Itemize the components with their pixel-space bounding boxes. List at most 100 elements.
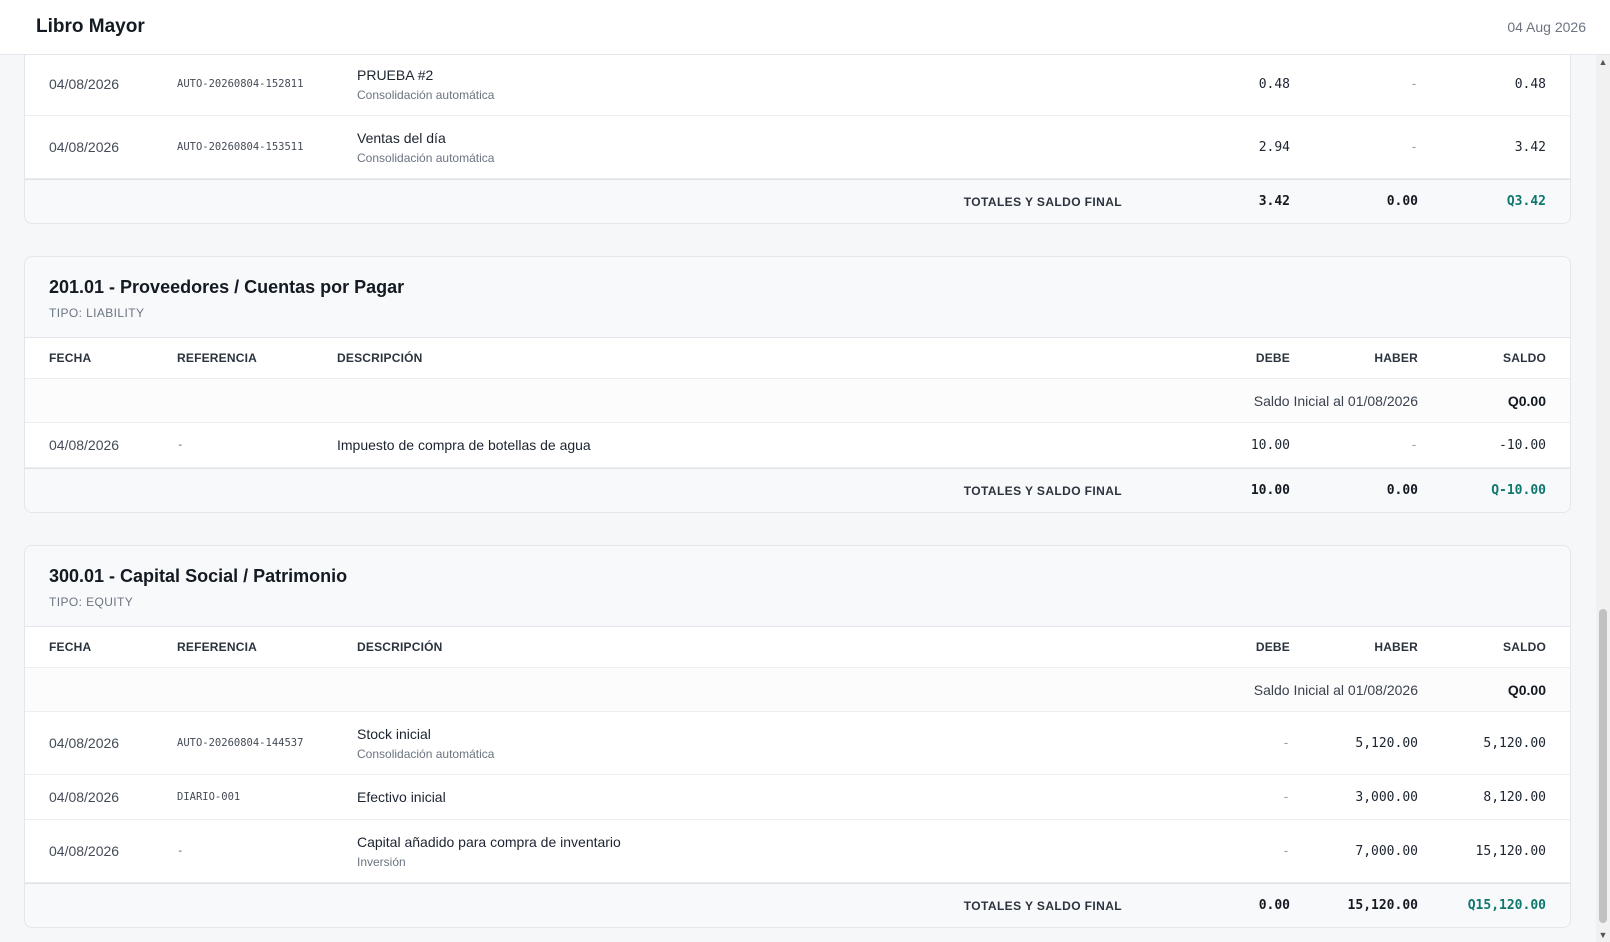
- row-saldo: 0.48: [1514, 76, 1546, 92]
- initial-balance-row: Saldo Inicial al 01/08/2026 Q0.00: [25, 379, 1570, 423]
- row-saldo: 8,120.00: [1483, 789, 1546, 805]
- totals-haber: 0.00: [1386, 194, 1418, 209]
- description-main: PRUEBA #2: [357, 66, 434, 83]
- initial-balance-row: Saldo Inicial al 01/08/2026 Q0.00: [25, 668, 1570, 712]
- totals-row: TOTALES Y SALDO FINAL 10.00 0.00 Q-10.00: [25, 468, 1570, 512]
- account-type: TIPO: LIABILITY: [49, 306, 145, 320]
- account-card: 300.01 - Capital Social / Patrimonio TIP…: [24, 545, 1571, 928]
- row-debe: -: [1282, 735, 1290, 751]
- account-card: 04/08/2026 AUTO-20260804-152811 PRUEBA #…: [24, 55, 1571, 224]
- column-fecha: FECHA: [49, 640, 92, 654]
- totals-debe: 3.42: [1258, 194, 1290, 209]
- ledger-viewport: 04/08/2026 AUTO-20260804-152811 PRUEBA #…: [0, 55, 1596, 942]
- column-debe: DEBE: [1255, 640, 1290, 654]
- column-fecha: FECHA: [49, 351, 92, 365]
- column-referencia: REFERENCIA: [177, 351, 258, 365]
- column-descripcion: DESCRIPCIÓN: [337, 351, 423, 365]
- row-description: Efectivo inicial: [357, 789, 1162, 805]
- totals-saldo: Q3.42: [1506, 194, 1546, 209]
- initial-balance-value: Q0.00: [1507, 392, 1546, 409]
- account-header: 300.01 - Capital Social / Patrimonio TIP…: [25, 546, 1570, 627]
- column-debe: DEBE: [1255, 351, 1290, 365]
- row-saldo: 3.42: [1514, 139, 1546, 155]
- column-haber: HABER: [1374, 351, 1418, 365]
- row-description: Capital añadido para compra de inventari…: [357, 834, 1162, 869]
- row-debe: 0.48: [1258, 76, 1290, 92]
- account-type: TIPO: EQUITY: [49, 595, 134, 609]
- table-row: 04/08/2026 - Capital añadido para compra…: [25, 820, 1570, 883]
- description-sub: Consolidación automática: [357, 746, 495, 761]
- scroll-down-icon[interactable]: ▼: [1596, 928, 1610, 942]
- row-description: Impuesto de compra de botellas de agua: [337, 437, 1162, 453]
- totals-haber: 15,120.00: [1347, 898, 1418, 913]
- row-date: 04/08/2026: [49, 139, 120, 155]
- totals-label: TOTALES Y SALDO FINAL: [963, 898, 1122, 913]
- table-row: 04/08/2026 AUTO-20260804-153511 Ventas d…: [25, 116, 1570, 179]
- row-reference: AUTO-20260804-153511: [177, 141, 304, 153]
- description-main: Stock inicial: [357, 725, 431, 742]
- totals-row: TOTALES Y SALDO FINAL 0.00 15,120.00 Q15…: [25, 883, 1570, 927]
- ledger-content: 04/08/2026 AUTO-20260804-152811 PRUEBA #…: [24, 55, 1571, 942]
- totals-debe: 10.00: [1250, 483, 1290, 498]
- table-row: 04/08/2026 AUTO-20260804-144537 Stock in…: [25, 712, 1570, 775]
- row-description: Stock inicial Consolidación automática: [357, 726, 1162, 761]
- row-haber: 5,120.00: [1355, 735, 1418, 751]
- description-sub: Inversión: [357, 854, 406, 869]
- row-description: Ventas del día Consolidación automática: [357, 130, 1162, 165]
- description-main: Capital añadido para compra de inventari…: [357, 833, 621, 850]
- totals-haber: 0.00: [1386, 483, 1418, 498]
- row-debe: -: [1282, 843, 1290, 859]
- description-main: Efectivo inicial: [357, 789, 446, 805]
- totals-label: TOTALES Y SALDO FINAL: [963, 194, 1122, 209]
- description-main: Ventas del día: [357, 129, 446, 146]
- table-row: 04/08/2026 AUTO-20260804-152811 PRUEBA #…: [25, 55, 1570, 116]
- initial-balance-label: Saldo Inicial al 01/08/2026: [1253, 681, 1418, 698]
- column-saldo: SALDO: [1503, 640, 1546, 654]
- row-description: PRUEBA #2 Consolidación automática: [357, 67, 1162, 102]
- row-haber: 7,000.00: [1355, 843, 1418, 859]
- totals-saldo: Q-10.00: [1491, 483, 1546, 498]
- row-date: 04/08/2026: [49, 735, 120, 751]
- description-sub: Consolidación automática: [357, 87, 495, 102]
- row-haber: -: [1410, 437, 1418, 453]
- row-saldo: 5,120.00: [1483, 735, 1546, 751]
- totals-label: TOTALES Y SALDO FINAL: [963, 483, 1122, 498]
- top-bar: Libro Mayor 04 Aug 2026: [0, 0, 1610, 55]
- page-title: Libro Mayor: [36, 16, 145, 37]
- table-header: FECHA REFERENCIA DESCRIPCIÓN DEBE HABER …: [25, 338, 1570, 379]
- row-reference: AUTO-20260804-144537: [177, 737, 304, 749]
- row-date: 04/08/2026: [49, 437, 120, 453]
- column-haber: HABER: [1374, 640, 1418, 654]
- row-saldo: 15,120.00: [1475, 843, 1546, 859]
- row-haber: 3,000.00: [1355, 789, 1418, 805]
- row-reference: -: [177, 845, 184, 857]
- description-sub: Consolidación automática: [357, 150, 495, 165]
- current-date: 04 Aug 2026: [1507, 19, 1586, 35]
- description-main: Impuesto de compra de botellas de agua: [337, 437, 591, 453]
- row-debe: -: [1282, 789, 1290, 805]
- table-header: FECHA REFERENCIA DESCRIPCIÓN DEBE HABER …: [25, 627, 1570, 668]
- row-reference: -: [177, 439, 184, 451]
- row-reference: AUTO-20260804-152811: [177, 78, 304, 90]
- scroll-up-icon[interactable]: ▲: [1596, 55, 1610, 69]
- totals-debe: 0.00: [1258, 898, 1290, 913]
- row-debe: 10.00: [1250, 437, 1290, 453]
- row-haber: -: [1410, 139, 1418, 155]
- row-debe: 2.94: [1258, 139, 1290, 155]
- totals-row: TOTALES Y SALDO FINAL 3.42 0.00 Q3.42: [25, 179, 1570, 223]
- account-name: 201.01 - Proveedores / Cuentas por Pagar: [49, 277, 405, 297]
- account-card: 201.01 - Proveedores / Cuentas por Pagar…: [24, 256, 1571, 513]
- account-name: 300.01 - Capital Social / Patrimonio: [49, 566, 348, 586]
- row-date: 04/08/2026: [49, 843, 120, 859]
- initial-balance-label: Saldo Inicial al 01/08/2026: [1253, 392, 1418, 409]
- row-reference: DIARIO-001: [177, 791, 241, 803]
- column-referencia: REFERENCIA: [177, 640, 258, 654]
- column-saldo: SALDO: [1503, 351, 1546, 365]
- row-haber: -: [1410, 76, 1418, 92]
- row-saldo: -10.00: [1499, 437, 1546, 453]
- scrollbar-thumb[interactable]: [1599, 609, 1607, 923]
- row-date: 04/08/2026: [49, 789, 120, 805]
- initial-balance-value: Q0.00: [1507, 681, 1546, 698]
- vertical-scrollbar[interactable]: ▲ ▼: [1596, 55, 1610, 942]
- totals-saldo: Q15,120.00: [1467, 898, 1546, 913]
